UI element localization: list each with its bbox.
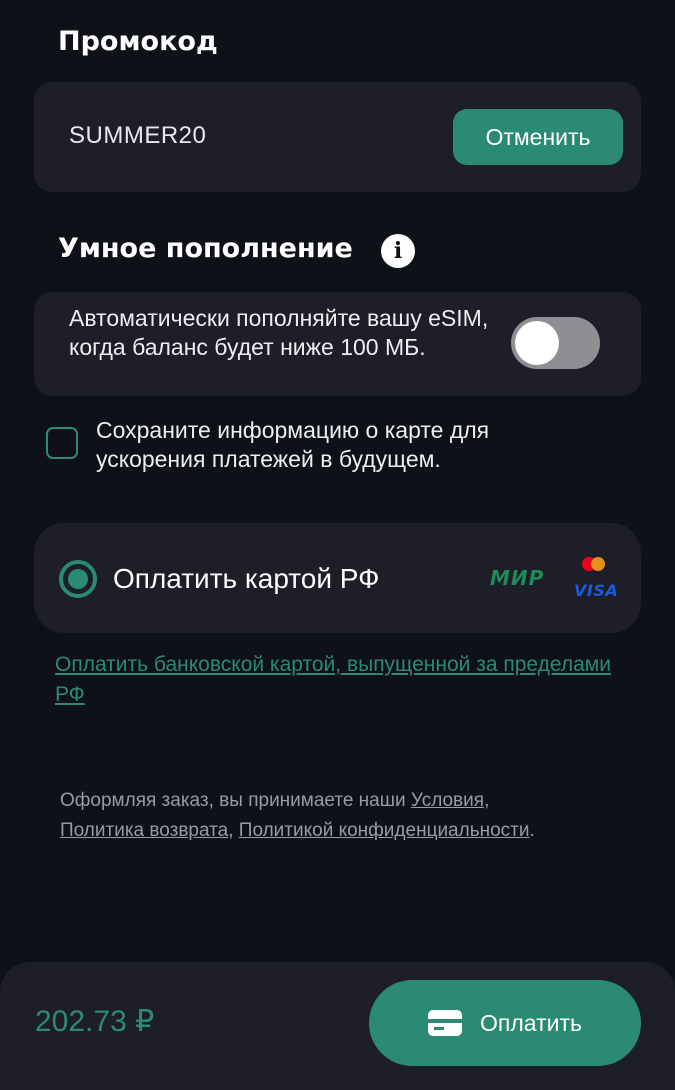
total-amount: 202.73 ₽: [35, 1005, 155, 1038]
credit-card-icon: [428, 1010, 463, 1036]
pay-button[interactable]: Оплатить: [369, 980, 641, 1066]
smart-topup-toggle[interactable]: [511, 317, 600, 369]
promo-code-value: SUMMER20: [69, 122, 207, 149]
terms-conditions-link[interactable]: Условия: [411, 790, 484, 811]
terms-text: Оформляя заказ, вы принимаете наши Услов…: [60, 786, 640, 846]
smart-topup-title: Умное пополнение: [58, 233, 353, 264]
mastercard-logo: [582, 557, 608, 573]
foreign-card-link[interactable]: Оплатить банковской картой, выпущенной з…: [55, 650, 615, 710]
pay-button-label: Оплатить: [480, 1009, 582, 1036]
terms-separator: ,: [228, 820, 239, 841]
pay-option-label: Оплатить картой РФ: [113, 563, 380, 594]
checkout-bar: 202.73 ₽ Оплатить: [0, 962, 675, 1090]
promo-card: SUMMER20 Отменить: [34, 82, 641, 192]
radio-dot: [68, 569, 88, 589]
visa-logo: VISA: [574, 581, 619, 600]
terms-prefix: Оформляя заказ, вы принимаете наши: [60, 790, 411, 811]
save-card-label: Сохраните информацию о карте для ускорен…: [96, 417, 490, 472]
terms-refund-link[interactable]: Политика возврата: [60, 820, 228, 841]
promo-title: Промокод: [58, 26, 218, 57]
smart-topup-description: Автоматически пополняйте вашу eSIM, когд…: [69, 305, 489, 360]
toggle-knob: [515, 321, 559, 365]
save-card-checkbox[interactable]: [46, 427, 78, 459]
payment-radio-selected[interactable]: [59, 560, 97, 598]
mir-logo: МИР: [490, 566, 545, 590]
terms-separator: ,: [484, 790, 490, 811]
terms-privacy-link[interactable]: Политикой конфиденциальности: [239, 820, 530, 841]
checkout-page: Промокод SUMMER20 Отменить Умное пополне…: [0, 0, 675, 1090]
cancel-promo-button[interactable]: Отменить: [453, 109, 623, 165]
info-icon[interactable]: i: [381, 234, 415, 268]
terms-end: .: [529, 820, 535, 841]
smart-topup-card: Автоматически пополняйте вашу eSIM, когд…: [34, 292, 641, 396]
pay-with-rf-card-option[interactable]: Оплатить картой РФ МИР VISA: [34, 523, 641, 633]
